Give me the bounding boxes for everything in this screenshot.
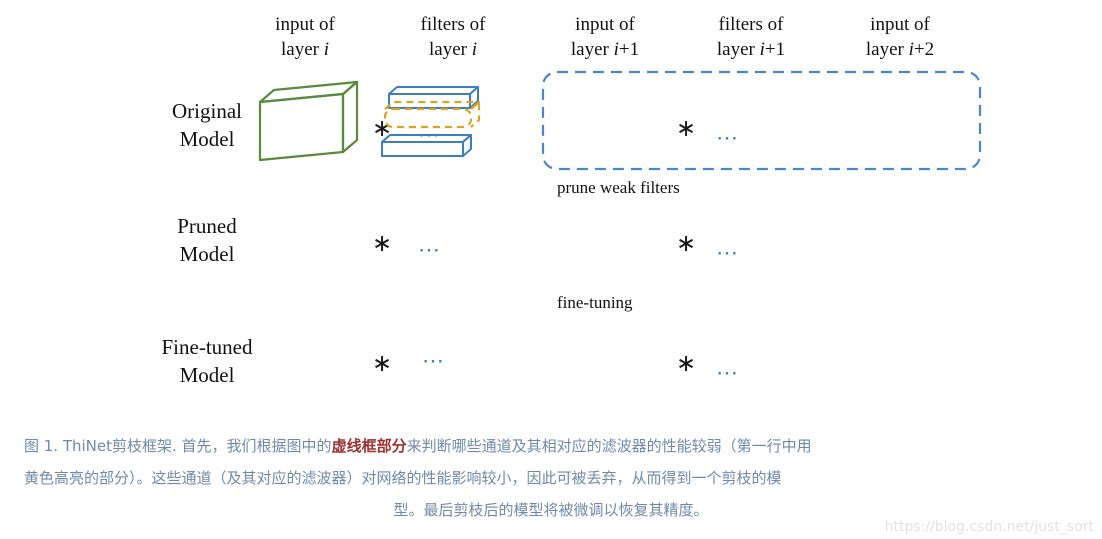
watermark-text: https://blog.csdn.net/just_sort: [884, 519, 1094, 535]
filter-ellipsis-row2-col4: ⋯: [716, 240, 740, 265]
filter-slab: [388, 86, 479, 95]
caption-emphasis: 虚线框部分: [331, 437, 407, 455]
caption-line-2: 黄色高亮的部分）。这些通道（及其对应的滤波器）对网络的性能影响较小，因此可被丢弃…: [24, 469, 782, 487]
figure-graphics: [258, 70, 982, 171]
filter-ellipsis-row1-col4: ⋯: [716, 125, 740, 150]
filter-ellipsis-row3-col4: ⋯: [716, 360, 740, 385]
caption-line-1-pre: 图 1. ThiNet剪枝框架. 首先，我们根据图中的: [24, 437, 332, 455]
figure-caption: 图 1. ThiNet剪枝框架. 首先，我们根据图中的虚线框部分来判断哪些通道及…: [24, 430, 1078, 526]
caption-line-1-post: 来判断哪些通道及其相对应的滤波器的性能较弱（第一行中用: [406, 437, 812, 455]
filter-ellipsis-row1-col2: ⋯: [418, 122, 442, 147]
caption-line-1: 图 1. ThiNet剪枝框架. 首先，我们根据图中的虚线框部分来判断哪些通道及…: [24, 430, 1078, 462]
filter-ellipsis-row3-col2: ⋯: [422, 348, 446, 373]
filter-ellipsis-row2-col2: ⋯: [418, 237, 442, 262]
selection-dashed-box: [541, 70, 982, 171]
tensor-input-layer-i-row1: [258, 80, 359, 162]
